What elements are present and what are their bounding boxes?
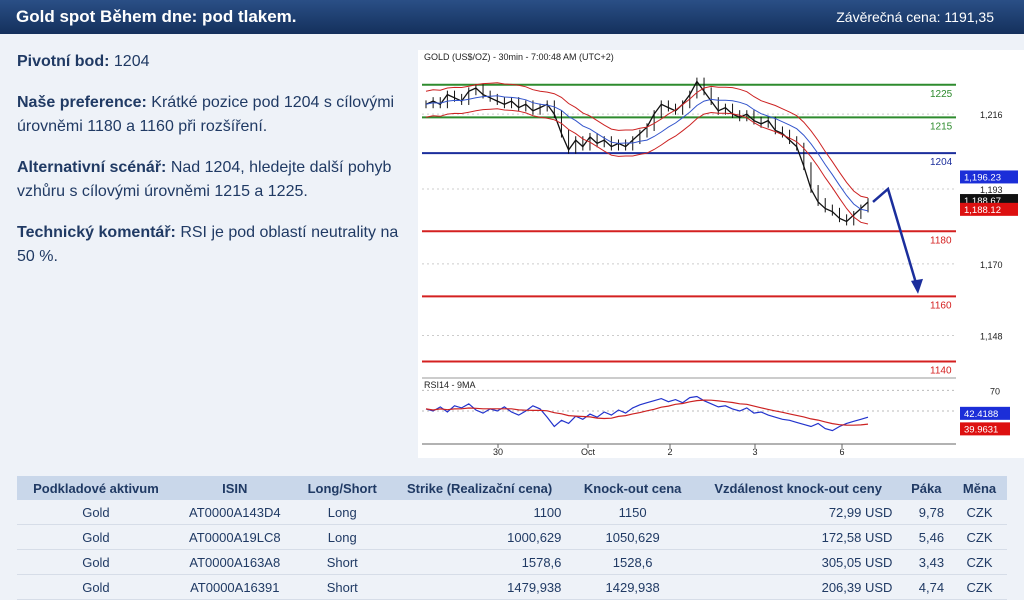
table-cell: Gold [17, 500, 175, 525]
column-header: Knock-out cena [569, 476, 696, 500]
pivot-value: 1204 [113, 53, 150, 70]
header-bar: Gold spot Během dne: pod tlakem. Závěreč… [0, 0, 1024, 34]
close-price-value: 1191,35 [944, 9, 994, 25]
table-body: Gold AT0000A143D4 Long 1100 1150 72,99 USD 9,7… [17, 500, 1007, 600]
close-price-label: Závěrečná cena: [836, 9, 941, 25]
table-cell: Long [294, 524, 390, 550]
pivot-label: Pivotní bod: [17, 53, 110, 70]
table-cell: Short [294, 574, 390, 600]
preference-label: Naše preference: [17, 94, 147, 111]
column-header: Páka [900, 476, 953, 500]
preference-paragraph: Naše preference: Krátké pozice pod 1204 … [17, 91, 402, 139]
y-tick-label: 1,216 [980, 110, 1003, 120]
technical-paragraph: Technický komentář: RSI je pod oblastí n… [17, 221, 402, 269]
table-row: Gold AT0000A163A8 Short 1578,6 1528,6 305,05 … [17, 549, 1007, 575]
table-cell: Gold [17, 524, 175, 550]
column-header: Vzdálenost knock-out ceny [695, 476, 901, 500]
table-cell: 4,74 [900, 574, 953, 600]
technical-label: Technický komentář: [17, 224, 176, 241]
column-header: Strike (Realizační cena) [389, 476, 570, 500]
x-tick-label: 30 [493, 447, 503, 457]
table-cell: 206,39 USD [695, 574, 901, 600]
y-tick-label: 1,193 [980, 185, 1003, 195]
column-header: Podkladové aktivum [17, 476, 175, 500]
y-tick-label: 1,170 [980, 260, 1003, 270]
table-row: Gold AT0000A16391 Short 1479,938 1429,938 206… [17, 574, 1007, 600]
table-cell: CZK [952, 524, 1007, 550]
rsi-title: RSI14 - 9MA [424, 380, 476, 390]
alternative-paragraph: Alternativní scénář: Nad 1204, hledejte … [17, 156, 402, 204]
rsi-tag-label: 42.4188 [964, 409, 998, 420]
table-cell: AT0000A19LC8 [174, 524, 295, 550]
level-label: 1204 [930, 157, 953, 168]
table-cell: 5,46 [900, 524, 953, 550]
rsi-tag-label: 39.9631 [964, 424, 998, 435]
pivot-paragraph: Pivotní bod: 1204 [17, 50, 402, 74]
chart-title: GOLD (US$/OZ) - 30min - 7:00:48 AM (UTC+… [424, 52, 614, 62]
rsi-tick-label: 70 [990, 386, 1000, 396]
level-label: 1160 [930, 300, 952, 311]
close-price: Závěrečná cena: 1191,35 [836, 9, 994, 25]
table-cell: AT0000A16391 [174, 574, 295, 600]
table-cell: AT0000A163A8 [174, 549, 295, 575]
table-cell: Gold [17, 549, 175, 575]
table-header-row: Podkladové aktivum ISIN Long/Short Strike (… [17, 476, 1007, 500]
table-cell: 305,05 USD [695, 549, 901, 575]
table-cell: 1100 [389, 500, 570, 525]
x-tick-label: 3 [752, 447, 757, 457]
table-cell: 1578,6 [389, 549, 570, 575]
level-label: 1180 [930, 235, 952, 246]
table-cell: 3,43 [900, 549, 953, 575]
level-label: 1140 [930, 365, 952, 376]
table-cell: CZK [952, 549, 1007, 575]
table-row: Gold AT0000A19LC8 Long 1000,629 1050,629 172,… [17, 524, 1007, 550]
column-header: Měna [952, 476, 1007, 500]
x-tick-label: 6 [839, 447, 844, 457]
x-tick-label: Oct [581, 447, 596, 457]
table-cell: AT0000A143D4 [174, 500, 295, 525]
level-label: 1225 [930, 89, 953, 100]
y-tick-label: 1,148 [980, 331, 1003, 341]
table-cell: 172,58 USD [695, 524, 901, 550]
table-cell: 1050,629 [569, 524, 696, 550]
table-cell: 72,99 USD [695, 500, 901, 525]
table-cell: Short [294, 549, 390, 575]
level-label: 1215 [930, 121, 953, 132]
price-plot-area [422, 62, 956, 368]
table-cell: Gold [17, 574, 175, 600]
alternative-label: Alternativní scénář: [17, 159, 167, 176]
commentary: Pivotní bod: 1204 Naše preference: Krátk… [17, 50, 402, 286]
table-cell: 1429,938 [569, 574, 696, 600]
column-header: ISIN [174, 476, 295, 500]
page-title: Gold spot Během dne: pod tlakem. [16, 7, 297, 26]
column-header: Long/Short [294, 476, 390, 500]
table-cell: Long [294, 500, 390, 525]
table-cell: 1150 [569, 500, 696, 525]
table-cell: CZK [952, 500, 1007, 525]
table-cell: 1528,6 [569, 549, 696, 575]
price-tag-label: 1,196.23 [964, 172, 1001, 183]
table-row: Gold AT0000A143D4 Long 1100 1150 72,99 USD 9,7… [17, 500, 1007, 525]
table-cell: 1000,629 [389, 524, 570, 550]
table-cell: CZK [952, 574, 1007, 600]
price-tag-label: 1,188.12 [964, 205, 1001, 216]
table-cell: 9,78 [900, 500, 953, 525]
gold-chart: GOLD (US$/OZ) - 30min - 7:00:48 AM (UTC+… [418, 50, 1024, 458]
table-cell: 1479,938 [389, 574, 570, 600]
instruments-table: Podkladové aktivum ISIN Long/Short Strike (… [17, 476, 1007, 600]
x-tick-label: 2 [667, 447, 672, 457]
